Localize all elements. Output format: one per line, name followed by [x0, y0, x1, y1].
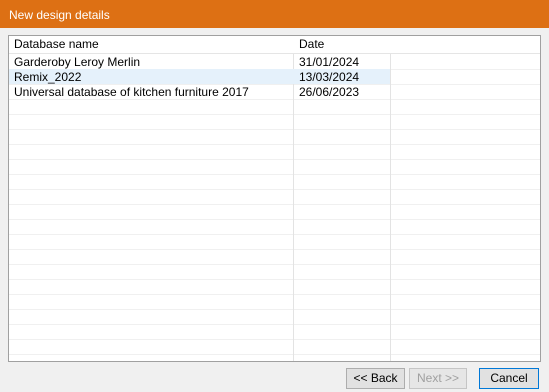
- grid-row-line: [9, 174, 540, 190]
- grid-row-line: [9, 189, 540, 205]
- grid-row-line: [9, 129, 540, 145]
- database-list[interactable]: Database name Date Garderoby Leroy Merli…: [8, 35, 541, 362]
- grid-row-line: [9, 354, 540, 361]
- grid-row-line: [9, 309, 540, 325]
- next-button[interactable]: Next >>: [409, 368, 467, 389]
- grid-row-line: [9, 99, 540, 115]
- grid-row-line: [9, 294, 540, 310]
- window-title-bar: New design details: [0, 0, 549, 28]
- grid-row-line: [9, 234, 540, 250]
- column-divider: [390, 36, 391, 361]
- grid-row-line: [9, 249, 540, 265]
- grid-row-line: [9, 219, 540, 235]
- date-cell: 13/03/2024: [299, 70, 360, 84]
- database-name-cell: Remix_2022: [14, 70, 82, 84]
- grid-row-line: [9, 144, 540, 160]
- column-header-database-name[interactable]: Database name: [14, 36, 294, 53]
- list-item[interactable]: Universal database of kitchen furniture …: [9, 84, 390, 99]
- window-title: New design details: [9, 8, 110, 22]
- grid-row-line: [9, 279, 540, 295]
- grid-row-line: [9, 114, 540, 130]
- list-header: Database name Date: [9, 36, 540, 54]
- grid-row-line: [9, 159, 540, 175]
- list-item[interactable]: Garderoby Leroy Merlin 31/01/2024: [9, 54, 390, 69]
- column-header-date[interactable]: Date: [299, 36, 389, 53]
- database-name-cell: Universal database of kitchen furniture …: [14, 85, 249, 99]
- database-name-cell: Garderoby Leroy Merlin: [14, 55, 141, 69]
- list-item[interactable]: Remix_2022 13/03/2024: [9, 69, 390, 84]
- back-button[interactable]: << Back: [346, 368, 405, 389]
- cancel-button[interactable]: Cancel: [479, 368, 539, 389]
- date-cell: 31/01/2024: [299, 55, 360, 69]
- grid-row-line: [9, 324, 540, 340]
- grid-row-line: [9, 204, 540, 220]
- grid-row-line: [9, 264, 540, 280]
- grid-row-line: [9, 339, 540, 355]
- date-cell: 26/06/2023: [299, 85, 360, 99]
